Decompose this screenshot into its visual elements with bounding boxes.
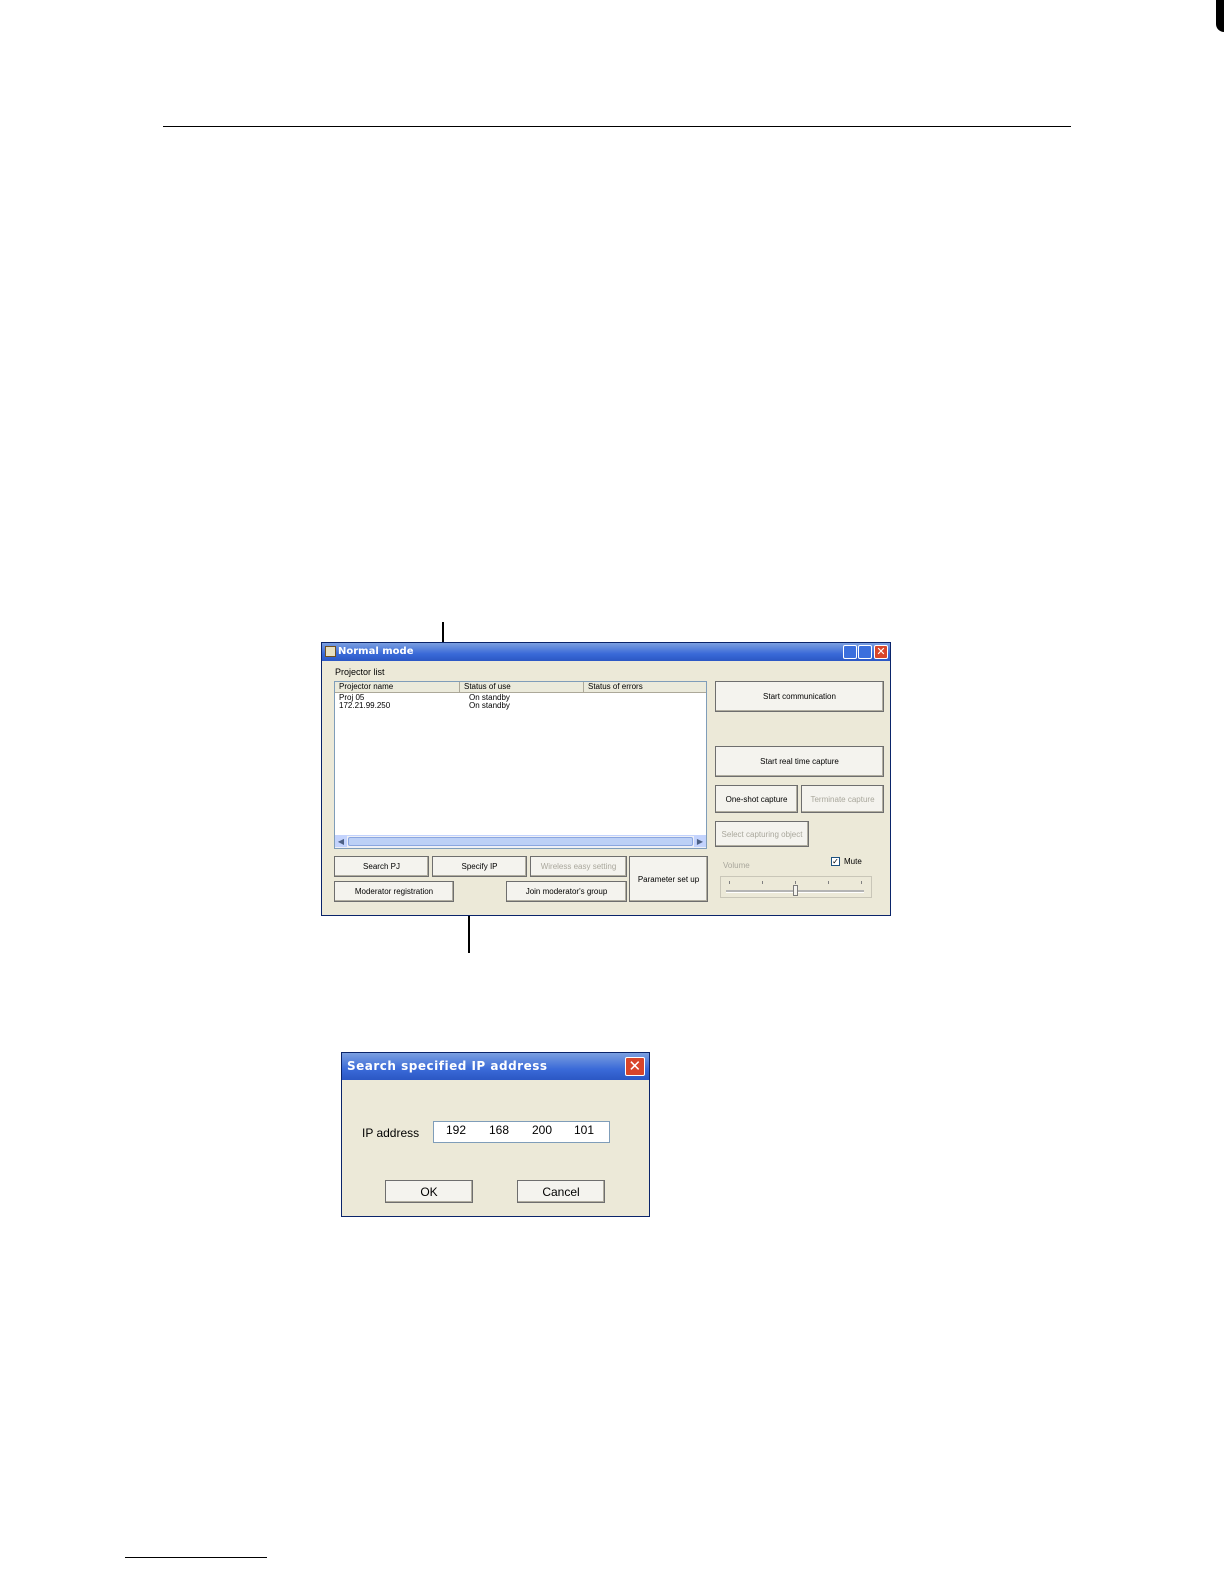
projector-list[interactable]: Projector name Status of use Status of e… (334, 681, 707, 849)
slider-tick (762, 881, 763, 884)
ip-octet-1[interactable]: 192 (446, 1123, 466, 1137)
terminate-capture-button[interactable]: Terminate capture (801, 785, 884, 813)
scroll-right-icon[interactable]: ▶ (694, 836, 706, 847)
ip-octet-2[interactable]: 168 (489, 1123, 509, 1137)
minimize-icon[interactable] (843, 645, 857, 659)
ip-octet-3[interactable]: 200 (532, 1123, 552, 1137)
dialog-title: Search specified IP address (347, 1059, 548, 1073)
footer-rule (125, 1557, 267, 1558)
cancel-button[interactable]: Cancel (517, 1180, 605, 1203)
window-title: Normal mode (338, 646, 414, 657)
specify-ip-button[interactable]: Specify IP (432, 856, 527, 877)
mute-label: Mute (844, 857, 862, 866)
ip-dialog: Search specified IP address ✕ IP address… (341, 1052, 650, 1217)
horizontal-scrollbar[interactable]: ◀ ▶ (335, 835, 706, 848)
ok-button[interactable]: OK (385, 1180, 473, 1203)
column-header-status[interactable]: Status of use (460, 682, 584, 693)
column-header-name[interactable]: Projector name (335, 682, 460, 693)
projector-list-label: Projector list (335, 667, 385, 677)
close-icon[interactable]: ✕ (874, 645, 888, 659)
dialog-close-icon[interactable]: ✕ (625, 1057, 645, 1076)
dialog-titlebar: Search specified IP address ✕ (342, 1053, 649, 1080)
page-edge-tab (1216, 0, 1224, 32)
ip-address-label: IP address (362, 1126, 420, 1140)
parameter-set-up-button[interactable]: Parameter set up (629, 856, 708, 902)
slider-tick (861, 881, 862, 884)
start-realtime-capture-button[interactable]: Start real time capture (715, 746, 884, 777)
maximize-icon[interactable] (858, 645, 872, 659)
app-icon (325, 646, 336, 657)
scroll-left-icon[interactable]: ◀ (335, 836, 347, 847)
list-item[interactable]: 172.21.99.250 On standby (335, 702, 706, 710)
slider-tick (795, 881, 796, 884)
wireless-easy-setting-button[interactable]: Wireless easy setting (530, 856, 627, 877)
volume-slider[interactable] (720, 876, 872, 898)
ip-address-field[interactable]: 192 168 200 101 (433, 1121, 610, 1143)
scroll-thumb[interactable] (348, 837, 693, 846)
slider-tick (828, 881, 829, 884)
mute-checkbox[interactable]: ✓ (831, 857, 840, 866)
volume-label: Volume (723, 861, 750, 870)
start-communication-button[interactable]: Start communication (715, 681, 884, 712)
list-item-name: 172.21.99.250 (339, 701, 391, 710)
window-titlebar: Normal mode ✕ (322, 643, 890, 661)
normal-mode-window: Normal mode ✕ Projector list Projector n… (321, 642, 891, 916)
slider-tick (729, 881, 730, 884)
column-header-errors[interactable]: Status of errors (584, 682, 706, 693)
join-moderators-group-button[interactable]: Join moderator's group (506, 881, 627, 902)
ip-octet-4[interactable]: 101 (574, 1123, 594, 1137)
list-item[interactable]: Proj 05 On standby (335, 694, 706, 702)
one-shot-capture-button[interactable]: One-shot capture (715, 785, 798, 813)
select-capturing-object-button[interactable]: Select capturing object (715, 821, 809, 847)
header-rule (163, 126, 1071, 127)
search-pj-button[interactable]: Search PJ (334, 856, 429, 877)
slider-thumb[interactable] (793, 885, 798, 896)
list-item-status: On standby (469, 701, 510, 710)
moderator-registration-button[interactable]: Moderator registration (334, 881, 454, 902)
